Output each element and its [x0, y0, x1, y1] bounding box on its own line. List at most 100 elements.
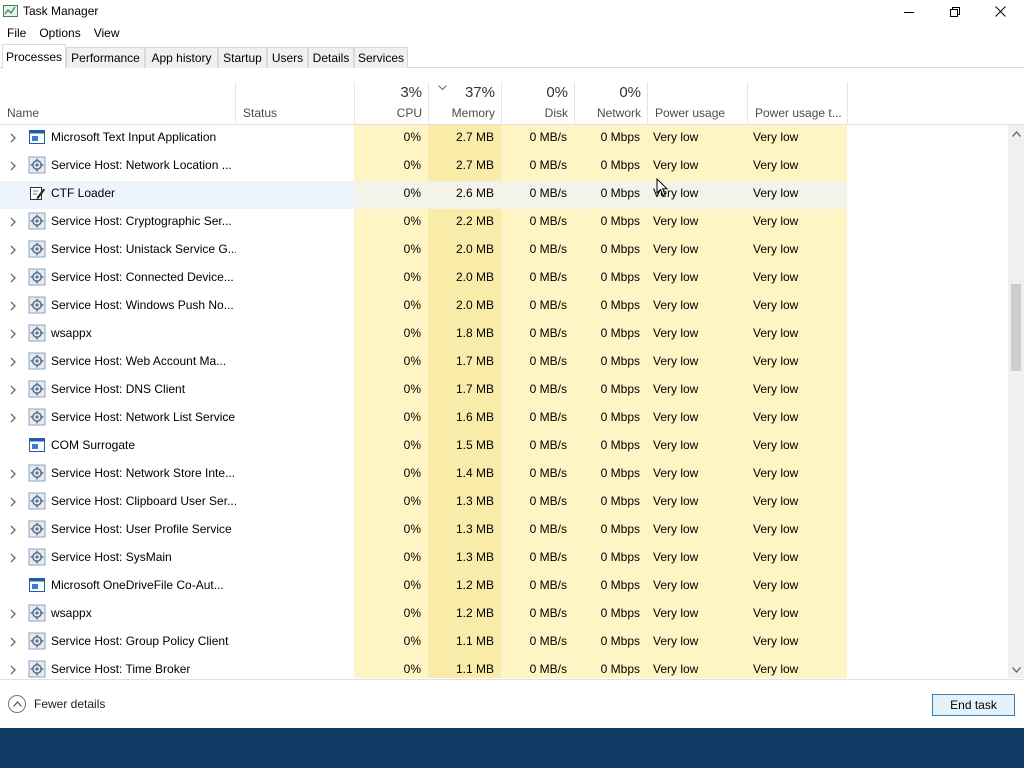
cpu-value: 0% — [354, 125, 428, 153]
chevron-right-icon[interactable] — [8, 552, 18, 563]
disk-value: 0 MB/s — [501, 293, 574, 321]
chevron-right-icon[interactable] — [8, 608, 18, 619]
memory-value: 2.2 MB — [428, 209, 501, 237]
scroll-up-button[interactable] — [1008, 125, 1024, 142]
memory-value: 1.6 MB — [428, 405, 501, 433]
power-trend-value: Very low — [747, 461, 847, 489]
tab-details[interactable]: Details — [308, 47, 354, 68]
chevron-right-icon[interactable] — [8, 328, 18, 339]
scroll-thumb[interactable] — [1011, 284, 1021, 371]
menu-options[interactable]: Options — [39, 26, 80, 40]
tab-startup[interactable]: Startup — [218, 47, 267, 68]
chevron-right-icon[interactable] — [8, 300, 18, 311]
chevron-right-icon[interactable] — [8, 412, 18, 423]
end-task-button[interactable]: End task — [932, 694, 1015, 716]
chevron-right-icon[interactable] — [8, 216, 18, 227]
table-row[interactable]: Service Host: DNS Client 0% 1.7 MB 0 MB/s 0 … — [0, 377, 1008, 405]
menu-view[interactable]: View — [94, 26, 120, 40]
table-row[interactable]: Service Host: Web Account Ma... 0% 1.7 MB 0… — [0, 349, 1008, 377]
table-row[interactable]: Service Host: Time Broker 0% 1.1 MB 0 MB/s 0… — [0, 657, 1008, 678]
network-value: 0 Mbps — [574, 153, 647, 181]
header-disk-label: Disk — [544, 106, 568, 120]
tab-users[interactable]: Users — [267, 47, 308, 68]
table-row[interactable]: Service Host: Windows Push No... 0% 2.0 MB… — [0, 293, 1008, 321]
cpu-value: 0% — [354, 321, 428, 349]
tab-processes[interactable]: Processes — [2, 44, 66, 69]
chevron-right-icon[interactable] — [8, 272, 18, 283]
network-value: 0 Mbps — [574, 657, 647, 678]
memory-value: 1.1 MB — [428, 629, 501, 657]
table-row[interactable]: Service Host: Network Store Inte... 0% 1.4… — [0, 461, 1008, 489]
chevron-right-icon[interactable] — [8, 524, 18, 535]
network-value: 0 Mbps — [574, 237, 647, 265]
header-memory[interactable]: 37% Memory — [429, 82, 501, 125]
network-value: 0 Mbps — [574, 181, 647, 209]
chevron-right-icon[interactable] — [8, 160, 18, 171]
minimize-button[interactable] — [886, 0, 932, 23]
memory-value: 2.0 MB — [428, 237, 501, 265]
header-power-trend[interactable]: Power usage t... — [748, 82, 847, 125]
table-row[interactable]: COM Surrogate 0% 1.5 MB 0 MB/s 0 Mbps Very lo… — [0, 433, 1008, 461]
table-row[interactable]: Service Host: Connected Device... 0% 2.0 M… — [0, 265, 1008, 293]
tab-performance[interactable]: Performance — [66, 47, 145, 68]
process-name: Service Host: Network Store Inte... — [51, 466, 236, 480]
memory-value: 1.1 MB — [428, 657, 501, 678]
table-row[interactable]: Service Host: Group Policy Client 0% 1.1 M… — [0, 629, 1008, 657]
chevron-right-icon[interactable] — [8, 132, 18, 143]
table-row[interactable]: Service Host: User Profile Service 0% 1.3 … — [0, 517, 1008, 545]
power-usage-value: Very low — [647, 293, 747, 321]
tab-app-history[interactable]: App history — [145, 47, 218, 68]
header-disk[interactable]: 0% Disk — [502, 82, 574, 125]
table-row[interactable]: Service Host: Unistack Service G... 0% 2.0… — [0, 237, 1008, 265]
vertical-scrollbar[interactable] — [1008, 125, 1024, 678]
restore-button[interactable] — [932, 0, 978, 23]
chevron-right-icon[interactable] — [8, 356, 18, 367]
chevron-right-icon[interactable] — [8, 244, 18, 255]
disk-value: 0 MB/s — [501, 657, 574, 678]
chevron-right-icon[interactable] — [8, 636, 18, 647]
table-row[interactable]: Service Host: Clipboard User Ser... 0% 1.3… — [0, 489, 1008, 517]
power-trend-value: Very low — [747, 125, 847, 153]
cpu-value: 0% — [354, 573, 428, 601]
memory-value: 1.7 MB — [428, 377, 501, 405]
gear-icon — [28, 156, 46, 174]
header-name[interactable]: Name — [0, 82, 235, 125]
menu-file[interactable]: File — [7, 26, 26, 40]
process-name: Service Host: User Profile Service — [51, 522, 232, 536]
chevron-right-icon[interactable] — [8, 384, 18, 395]
table-row[interactable]: Service Host: Network Location ... 0% 2.7 … — [0, 153, 1008, 181]
process-name: wsappx — [51, 606, 92, 620]
app-window-icon — [28, 436, 46, 454]
header-memory-pct: 37% — [464, 84, 495, 101]
chevron-right-icon[interactable] — [8, 468, 18, 479]
table-row[interactable]: CTF Loader 0% 2.6 MB 0 MB/s 0 Mbps Very low Ve… — [0, 181, 1008, 209]
table-row[interactable]: Microsoft OneDriveFile Co-Aut... 0% 1.2 MB… — [0, 573, 1008, 601]
tab-services[interactable]: Services — [354, 47, 408, 68]
memory-value: 1.8 MB — [428, 321, 501, 349]
header-network[interactable]: 0% Network — [575, 82, 647, 125]
cpu-value: 0% — [354, 517, 428, 545]
gear-icon — [28, 660, 46, 678]
chevron-right-icon[interactable] — [8, 496, 18, 507]
close-button[interactable] — [977, 0, 1023, 23]
table-row[interactable]: wsappx 0% 1.2 MB 0 MB/s 0 Mbps Very low Very l… — [0, 601, 1008, 629]
header-power-usage[interactable]: Power usage — [648, 82, 747, 125]
table-row[interactable]: Service Host: SysMain 0% 1.3 MB 0 MB/s 0 Mbp… — [0, 545, 1008, 573]
chevron-right-icon[interactable] — [8, 664, 18, 675]
table-row[interactable]: wsappx 0% 1.8 MB 0 MB/s 0 Mbps Very low Very l… — [0, 321, 1008, 349]
header-power-trend-label: Power usage t... — [755, 106, 842, 120]
disk-value: 0 MB/s — [501, 321, 574, 349]
power-trend-value: Very low — [747, 181, 847, 209]
footer-bar: Fewer details End task — [0, 679, 1024, 728]
scroll-down-button[interactable] — [1008, 661, 1024, 678]
fewer-details-toggle[interactable]: Fewer details — [8, 695, 105, 713]
table-row[interactable]: Service Host: Network List Service 0% 1.6 … — [0, 405, 1008, 433]
table-row[interactable]: Microsoft Text Input Application 0% 2.7 MB… — [0, 125, 1008, 153]
table-row[interactable]: Service Host: Cryptographic Ser... 0% 2.2 … — [0, 209, 1008, 237]
network-value: 0 Mbps — [574, 321, 647, 349]
header-cpu[interactable]: 3% CPU — [355, 82, 428, 125]
header-status[interactable]: Status — [236, 82, 354, 125]
gear-icon — [28, 296, 46, 314]
process-name: Microsoft Text Input Application — [51, 130, 217, 144]
gear-icon — [28, 352, 46, 370]
